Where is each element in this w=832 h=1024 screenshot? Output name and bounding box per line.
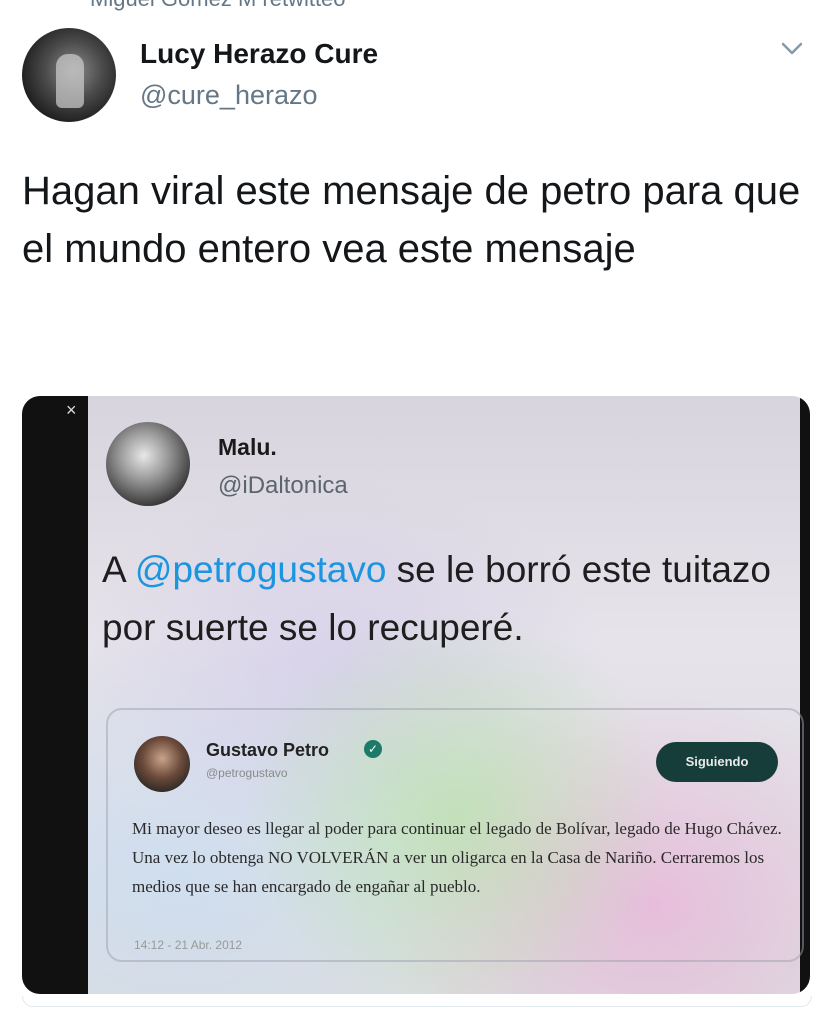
close-icon: × (66, 400, 77, 420)
inner-author-name: Malu. (218, 434, 277, 460)
quoted-tweet-date: 14:12 - 21 Abr. 2012 (134, 938, 243, 952)
chevron-down-icon[interactable] (778, 34, 806, 62)
inner-text-before: A (102, 549, 135, 590)
retweet-context: Miguel Gómez M retwitteó (90, 0, 346, 12)
author-handle[interactable]: @cure_herazo (140, 80, 318, 111)
avatar-figure (56, 54, 84, 108)
inner-author-handle: @iDaltonica (218, 472, 348, 499)
media-left-border (22, 396, 88, 994)
inner-avatar (106, 422, 190, 506)
quoted-tweet-card: Gustavo Petro ✓ @petrogustavo Siguiendo … (106, 708, 804, 962)
avatar[interactable] (22, 28, 116, 122)
tweet-text: Hagan viral este mensaje de petro para q… (22, 169, 801, 271)
following-button: Siguiendo (656, 742, 778, 782)
tweet-card-bottom-border (22, 996, 812, 1007)
verified-badge-icon: ✓ (364, 740, 382, 758)
quoted-author-handle: @petrogustavo (206, 766, 288, 780)
quoted-tweet-text: Mi mayor deseo es llegar al poder para c… (132, 819, 782, 896)
author-name[interactable]: Lucy Herazo Cure (140, 38, 378, 70)
mention-link: @petrogustavo (134, 549, 387, 590)
inner-tweet-text: A @petrogustavo se le borró este tuitazo… (102, 541, 802, 657)
quoted-avatar (134, 736, 190, 792)
tweet-media[interactable]: × Malu. @iDaltonica A @petrogustavo se l… (22, 396, 810, 994)
quoted-author-name: Gustavo Petro (206, 740, 330, 760)
